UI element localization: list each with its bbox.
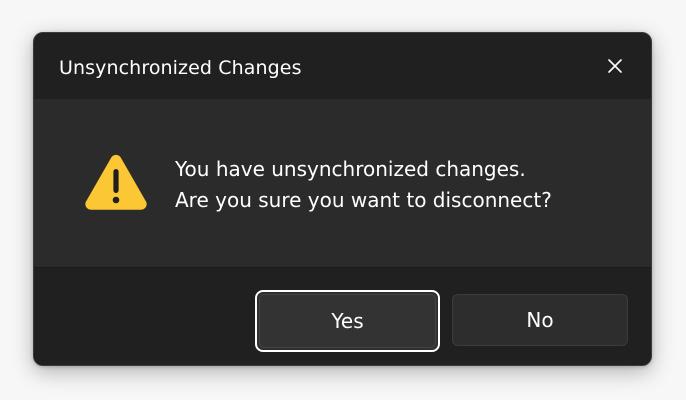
unsynchronized-changes-dialog: Unsynchronized Changes You have unsynchr… xyxy=(33,32,652,366)
yes-button[interactable]: Yes xyxy=(255,290,440,352)
dialog-footer: Yes No xyxy=(34,267,651,365)
warning-triangle-icon xyxy=(85,154,147,210)
dialog-title: Unsynchronized Changes xyxy=(59,57,302,79)
no-button[interactable]: No xyxy=(452,294,628,346)
dialog-message: You have unsynchronized changes. Are you… xyxy=(175,154,552,216)
desktop-background: Unsynchronized Changes You have unsynchr… xyxy=(0,0,686,400)
close-button[interactable] xyxy=(597,48,633,84)
close-icon xyxy=(608,59,622,73)
yes-button-label: Yes xyxy=(331,309,364,333)
message-line-1: You have unsynchronized changes. xyxy=(175,157,526,181)
yes-button-face: Yes xyxy=(259,294,436,348)
message-line-2: Are you sure you want to disconnect? xyxy=(175,188,552,212)
no-button-label: No xyxy=(526,308,554,332)
dialog-titlebar: Unsynchronized Changes xyxy=(34,33,651,99)
dialog-content: You have unsynchronized changes. Are you… xyxy=(34,99,651,267)
